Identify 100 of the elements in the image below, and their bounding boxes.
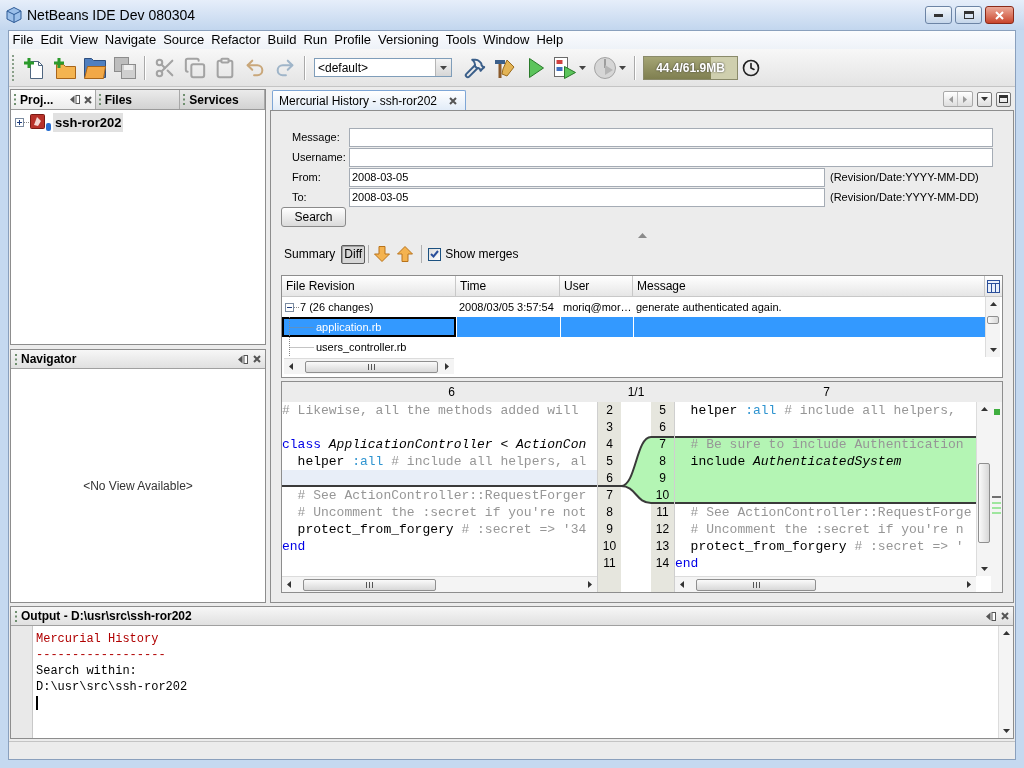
- view-toggle-button[interactable]: Diff: [341, 244, 366, 264]
- scrollbar-thumb[interactable]: [978, 463, 990, 543]
- configuration-dropdown[interactable]: <default>: [314, 58, 452, 77]
- code-line: class ApplicationController < ActionCon: [282, 436, 588, 453]
- line-number: 6: [659, 419, 666, 436]
- menu-item[interactable]: Window: [479, 31, 533, 49]
- column-header[interactable]: Time: [456, 276, 560, 296]
- minimize-icon[interactable]: [238, 354, 248, 364]
- revision-title: 7: [823, 384, 830, 401]
- field-label: Username:: [291, 149, 347, 165]
- minimize-icon[interactable]: [69, 95, 80, 104]
- date-field[interactable]: 2008-03-05: [349, 187, 825, 207]
- panel-tab[interactable]: Files: [95, 90, 181, 109]
- next-difference-button[interactable]: [372, 246, 393, 262]
- code-line: # See ActionController::RequestForge: [689, 504, 973, 521]
- minus-box-icon[interactable]: [285, 302, 300, 312]
- tab-list-button[interactable]: [977, 91, 992, 107]
- horizontal-scrollbar[interactable]: [284, 358, 454, 374]
- line-number: 8: [606, 504, 613, 521]
- scrollbar-thumb[interactable]: [303, 578, 436, 591]
- line-number: 3: [606, 419, 613, 436]
- menu-item[interactable]: Versioning: [374, 31, 443, 49]
- code-line: helper :all # include all helpers,: [689, 402, 957, 419]
- line-number: 12: [655, 521, 670, 538]
- window-maximize-button[interactable]: [955, 6, 982, 24]
- tree-item[interactable]: ssh-ror202: [53, 112, 124, 133]
- menu-item[interactable]: Run: [299, 31, 331, 49]
- collapse-button[interactable]: [637, 232, 647, 238]
- date-field[interactable]: 2008-03-05: [349, 167, 825, 187]
- code-line: # See ActionController::RequestForger: [296, 487, 588, 504]
- scrollbar-thumb[interactable]: [987, 316, 999, 324]
- field-label: To:: [291, 189, 308, 205]
- close-icon[interactable]: [253, 355, 261, 363]
- field-label: From:: [291, 169, 322, 185]
- menu-item[interactable]: Profile: [330, 31, 375, 49]
- menu-item[interactable]: Navigate: [101, 31, 160, 49]
- line-number: 10: [655, 487, 670, 504]
- panel-tab[interactable]: Proj...: [11, 90, 96, 109]
- window-minimize-button[interactable]: [925, 6, 952, 24]
- clipboard-icon: [214, 56, 236, 79]
- code-line: # Uncomment the :secret if you're not: [296, 504, 588, 521]
- column-chooser-button[interactable]: [985, 276, 1002, 297]
- checkbox[interactable]: [428, 247, 442, 261]
- hammer-icon: [464, 56, 486, 79]
- close-icon[interactable]: [1001, 612, 1009, 620]
- text-field[interactable]: [349, 147, 993, 167]
- close-icon[interactable]: [83, 95, 92, 104]
- plus-box-icon[interactable]: [15, 118, 30, 127]
- arrow-down-icon: [989, 348, 997, 352]
- triangle-left-icon: [948, 95, 953, 103]
- code-line: end: [282, 538, 307, 555]
- line-number: 5: [606, 453, 613, 470]
- arrow-left-icon: [680, 581, 684, 588]
- maximize-icon: [963, 11, 974, 19]
- search-button[interactable]: Search: [281, 207, 346, 227]
- editor-tab[interactable]: Mercurial History - ssh-ror202: [272, 90, 467, 110]
- menu-item[interactable]: Build: [263, 31, 300, 49]
- project-icon: [30, 113, 52, 132]
- vertical-scrollbar[interactable]: [976, 402, 991, 576]
- menu-item[interactable]: File: [9, 31, 37, 49]
- menu-item[interactable]: View: [66, 31, 102, 49]
- vertical-scrollbar[interactable]: [998, 626, 1013, 738]
- close-icon: [995, 10, 1004, 20]
- menu-item[interactable]: Source: [159, 31, 208, 49]
- column-header[interactable]: File Revision: [282, 276, 456, 296]
- panel-tab[interactable]: Services: [180, 90, 265, 109]
- vertical-scrollbar[interactable]: [985, 297, 1000, 357]
- table-row[interactable]: users_controller.rb: [282, 337, 985, 357]
- menu-item[interactable]: Edit: [36, 31, 67, 49]
- gauge-play-icon: [594, 56, 616, 79]
- menu-item[interactable]: Refactor: [207, 31, 264, 49]
- arrow-down-icon: [980, 567, 988, 571]
- panel-title: Navigator: [21, 351, 77, 368]
- maximize-icon: [999, 95, 1008, 103]
- menu-item[interactable]: Tools: [442, 31, 480, 49]
- time-text: 2008/03/05 3:57:54: [459, 299, 554, 315]
- triangle-right-icon: [963, 95, 967, 103]
- scrollbar-thumb[interactable]: [696, 578, 816, 591]
- view-toggle-button[interactable]: Summary: [281, 244, 339, 264]
- revision-title: 6: [448, 384, 455, 401]
- window-close-button[interactable]: [985, 6, 1014, 24]
- change-markers-icon: [992, 409, 1001, 515]
- line-number: 11: [603, 555, 616, 572]
- menu-item[interactable]: Help: [532, 31, 567, 49]
- line-number: 14: [655, 555, 670, 572]
- table-row[interactable]: 7 (26 changes) 2008/03/05 3:57:54 moriq@mor… generate authenticated again.: [282, 297, 985, 317]
- previous-difference-button[interactable]: [395, 246, 416, 262]
- triangle-up-icon: [637, 232, 647, 238]
- arrow-up-icon: [1002, 631, 1010, 635]
- code-line: protect_from_forgery # :secret => ': [689, 538, 965, 555]
- text-cursor: [36, 696, 38, 710]
- text-field[interactable]: [349, 127, 993, 147]
- horizontal-scrollbar[interactable]: [675, 576, 976, 592]
- scrollbar-thumb[interactable]: [305, 360, 438, 373]
- horizontal-scrollbar[interactable]: [282, 576, 597, 592]
- close-icon[interactable]: [449, 96, 458, 105]
- column-header[interactable]: User: [560, 276, 633, 296]
- minimize-icon[interactable]: [986, 611, 996, 621]
- maximize-button[interactable]: [996, 91, 1011, 107]
- arrow-up-icon: [397, 246, 414, 262]
